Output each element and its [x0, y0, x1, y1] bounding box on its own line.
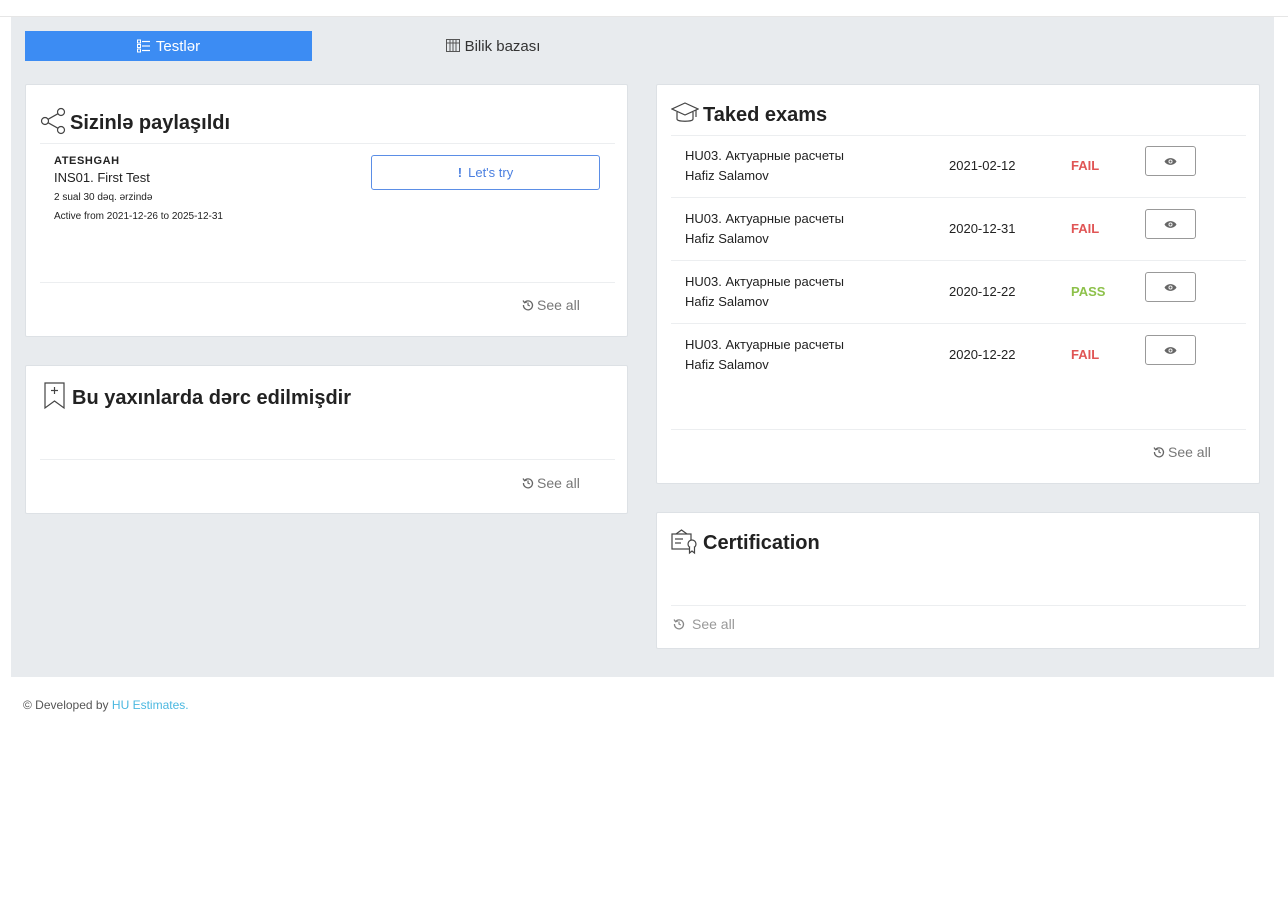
shared-card-title: Sizinlə paylaşıldı	[40, 107, 230, 135]
exams-card-title: Taked exams	[671, 101, 827, 127]
eye-icon	[1164, 346, 1177, 354]
footer-link[interactable]: HU Estimates.	[112, 698, 189, 712]
exams-see-all-link[interactable]: See all	[1153, 444, 1211, 460]
footer: © Developed by HU Estimates.	[23, 698, 189, 712]
bookmark-plus-icon	[44, 382, 65, 410]
certification-title-text: Certification	[703, 532, 820, 554]
divider	[40, 143, 615, 144]
exam-status: FAIL	[1071, 158, 1100, 173]
tab-knowledge-base[interactable]: Bilik bazası	[398, 31, 588, 61]
exam-date: 2021-02-12	[949, 158, 1016, 173]
exam-row: HU03. Актуарные расчеты Hafiz Salamov 20…	[671, 135, 1246, 198]
view-exam-button[interactable]	[1145, 146, 1196, 176]
exam-status: FAIL	[1071, 221, 1100, 236]
exam-name-cell: HU03. Актуарные расчеты Hafiz Salamov	[685, 146, 844, 186]
see-all-label: See all	[1168, 444, 1211, 460]
shared-item-active-range: Active from 2021-12-26 to 2025-12-31	[54, 211, 223, 222]
recent-see-all-link[interactable]: See all	[522, 475, 580, 491]
see-all-label: See all	[692, 616, 735, 632]
exam-name-cell: HU03. Актуарные расчеты Hafiz Salamov	[685, 335, 844, 375]
view-exam-button[interactable]	[1145, 272, 1196, 302]
certification-card-title: Certification	[671, 529, 820, 555]
list-icon	[136, 39, 150, 53]
history-icon	[673, 619, 685, 630]
shared-see-all-link[interactable]: See all	[522, 297, 580, 313]
exam-name: HU03. Актуарные расчеты	[685, 337, 844, 352]
exam-name: HU03. Актуарные расчеты	[685, 211, 844, 226]
divider	[671, 605, 1246, 606]
exam-date: 2020-12-22	[949, 347, 1016, 362]
tab-tests[interactable]: Testlər	[25, 31, 312, 61]
exam-name: HU03. Актуарные расчеты	[685, 274, 844, 289]
eye-icon	[1164, 220, 1177, 228]
divider	[40, 459, 615, 460]
lets-try-button[interactable]: ! Let's try	[371, 155, 600, 190]
exam-name-cell: HU03. Актуарные расчеты Hafiz Salamov	[685, 209, 844, 249]
history-icon	[1153, 447, 1165, 458]
tab-tests-label: Testlər	[155, 37, 201, 55]
recent-title-text: Bu yaxınlarda dərc edilmişdir	[72, 387, 351, 409]
see-all-label: See all	[537, 297, 580, 313]
exams-card: Taked exams HU03. Актуарные расчеты Hafi…	[656, 84, 1260, 484]
share-icon	[40, 107, 66, 135]
top-bar	[0, 0, 1288, 17]
shared-item-name: INS01. First Test	[54, 170, 150, 185]
shared-title-text: Sizinlə paylaşıldı	[70, 112, 231, 134]
history-icon	[522, 300, 534, 311]
divider	[40, 282, 615, 283]
library-icon	[445, 39, 460, 52]
exam-name: HU03. Актуарные расчеты	[685, 148, 844, 163]
tab-knowledge-base-label: Bilik bazası	[464, 37, 541, 55]
exam-user: Hafiz Salamov	[685, 294, 769, 309]
graduation-cap-icon	[671, 102, 699, 122]
exam-user: Hafiz Salamov	[685, 357, 769, 372]
view-exam-button[interactable]	[1145, 209, 1196, 239]
exam-row: HU03. Актуарные расчеты Hafiz Salamov 20…	[671, 198, 1246, 261]
main-content: Testlər Bilik bazası Sizinlə paylaşıldı …	[11, 17, 1274, 677]
eye-icon	[1164, 283, 1177, 291]
recent-card-title: Bu yaxınlarda dərc edilmişdir	[42, 382, 351, 410]
exclamation-icon: !	[457, 165, 463, 180]
exam-date: 2020-12-31	[949, 221, 1016, 236]
exams-title-text: Taked exams	[703, 104, 828, 126]
exam-row: HU03. Актуарные расчеты Hafiz Salamov 20…	[671, 324, 1246, 387]
history-icon	[522, 478, 534, 489]
see-all-label: See all	[537, 475, 580, 491]
exam-row: HU03. Актуарные расчеты Hafiz Salamov 20…	[671, 261, 1246, 324]
divider	[671, 429, 1246, 430]
eye-icon	[1164, 157, 1177, 165]
shared-item-meta: 2 sual 30 dəq. ərzində	[54, 192, 153, 203]
exam-name-cell: HU03. Актуарные расчеты Hafiz Salamov	[685, 272, 844, 312]
recent-card: Bu yaxınlarda dərc edilmişdir See all	[25, 365, 628, 514]
certification-see-all-link[interactable]: See all	[673, 616, 735, 632]
view-exam-button[interactable]	[1145, 335, 1196, 365]
certification-card: Certification See all	[656, 512, 1260, 649]
exam-status: PASS	[1071, 284, 1106, 299]
shared-card: Sizinlə paylaşıldı ATESHGAH INS01. First…	[25, 84, 628, 337]
exam-user: Hafiz Salamov	[685, 231, 769, 246]
exam-user: Hafiz Salamov	[685, 168, 769, 183]
exam-status: FAIL	[1071, 347, 1100, 362]
certificate-icon	[671, 529, 697, 555]
lets-try-label: Let's try	[468, 165, 514, 180]
footer-text: © Developed by	[23, 698, 112, 712]
exam-date: 2020-12-22	[949, 284, 1016, 299]
shared-item-org: ATESHGAH	[54, 155, 120, 167]
